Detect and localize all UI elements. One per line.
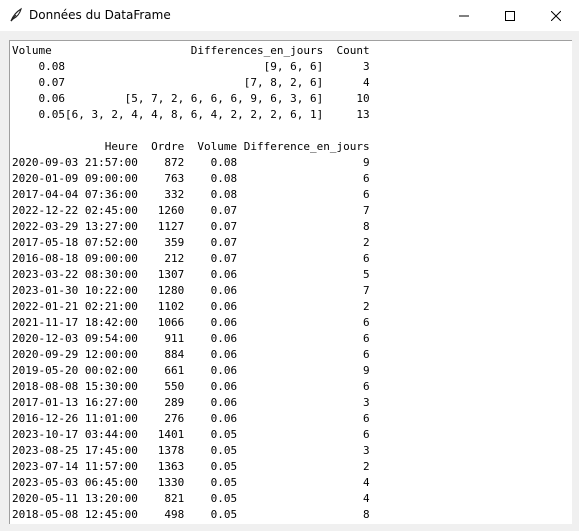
table-row: 2020-09-03 21:57:00 872 0.08 9	[12, 156, 370, 169]
table-row: 2020-12-03 09:54:00 911 0.06 6	[12, 332, 370, 345]
window-title: Données du DataFrame	[29, 8, 171, 22]
summary-header: Volume Differences_en_jours Count	[12, 44, 370, 57]
table-row: 2017-05-18 07:52:00 359 0.07 2	[12, 236, 370, 249]
maximize-icon	[505, 6, 515, 25]
table-row: 2019-05-20 00:02:00 661 0.06 9	[12, 364, 370, 377]
dataframe-text: Volume Differences_en_jours Count 0.08 […	[12, 43, 572, 524]
table-row: 2016-12-26 11:01:00 276 0.06 6	[12, 412, 370, 425]
summary-row: 0.08 [9, 6, 6] 3	[12, 60, 370, 73]
table-row: 2020-05-11 13:20:00 821 0.05 4	[12, 492, 370, 505]
summary-row: 0.07 [7, 8, 2, 6] 4	[12, 76, 370, 89]
table-row: 2023-03-22 08:30:00 1307 0.06 5	[12, 268, 370, 281]
table-row: 2023-01-30 10:22:00 1280 0.06 7	[12, 284, 370, 297]
table-row: 2023-08-25 17:45:00 1378 0.05 3	[12, 444, 370, 457]
table-row: 2017-04-04 07:36:00 332 0.08 6	[12, 188, 370, 201]
maximize-button[interactable]	[487, 0, 533, 31]
minimize-icon	[459, 6, 469, 25]
table-row: 2018-05-08 12:45:00 498 0.05 8	[12, 508, 370, 521]
table-row: 2023-07-14 11:57:00 1363 0.05 2	[12, 460, 370, 473]
minimize-button[interactable]	[441, 0, 487, 31]
close-button[interactable]	[533, 0, 579, 31]
feather-icon	[8, 7, 24, 23]
window-bottom-edge	[0, 524, 579, 531]
detail-header: Heure Ordre Volume Difference_en_jours	[12, 140, 370, 153]
table-row: 2020-01-09 09:00:00 763 0.08 6	[12, 172, 370, 185]
summary-row: 0.05[6, 3, 2, 4, 4, 8, 6, 4, 2, 2, 2, 6,…	[12, 108, 370, 121]
table-row: 2018-08-08 15:30:00 550 0.06 6	[12, 380, 370, 393]
table-row: 2020-09-29 12:00:00 884 0.06 6	[12, 348, 370, 361]
table-row: 2017-01-13 16:27:00 289 0.06 3	[12, 396, 370, 409]
table-row: 2022-03-29 13:27:00 1127 0.07 8	[12, 220, 370, 233]
table-row: 2023-10-17 03:44:00 1401 0.05 6	[12, 428, 370, 441]
title-bar[interactable]: Données du DataFrame	[0, 0, 579, 31]
table-row: 2016-08-18 09:00:00 212 0.07 6	[12, 252, 370, 265]
close-icon	[550, 6, 562, 25]
table-row: 2021-11-17 18:42:00 1066 0.06 6	[12, 316, 370, 329]
table-row: 2022-12-22 02:45:00 1260 0.07 7	[12, 204, 370, 217]
table-row: 2023-05-03 06:45:00 1330 0.05 4	[12, 476, 370, 489]
text-widget[interactable]: Volume Differences_en_jours Count 0.08 […	[9, 40, 572, 524]
summary-row: 0.06 [5, 7, 2, 6, 6, 6, 9, 6, 3, 6] 10	[12, 92, 370, 105]
table-row: 2022-01-21 02:21:00 1102 0.06 2	[12, 300, 370, 313]
